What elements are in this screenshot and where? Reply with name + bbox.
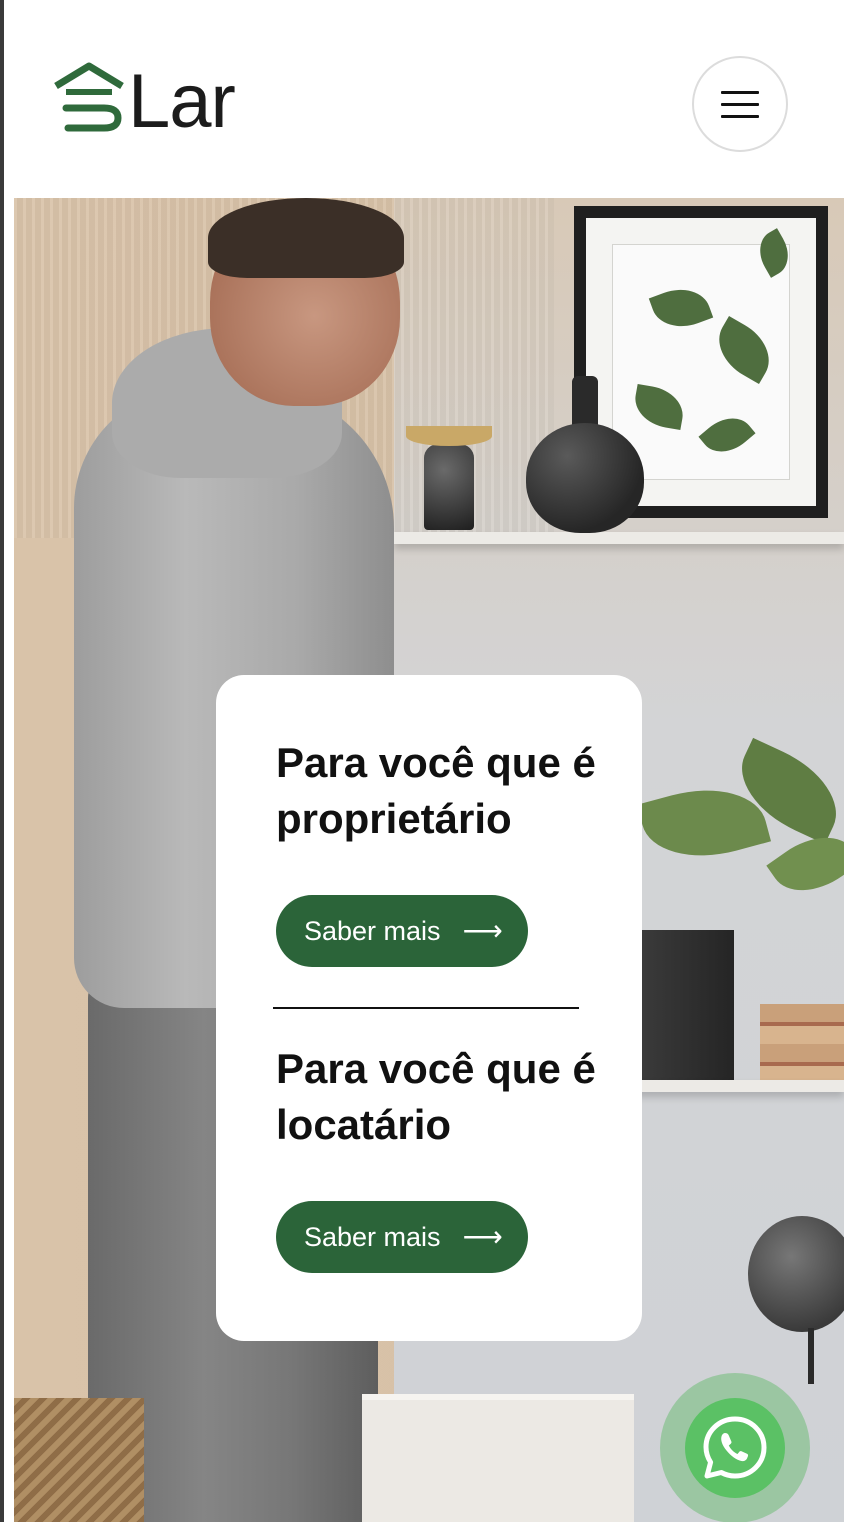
whatsapp-icon xyxy=(703,1416,767,1479)
owner-title: Para você que é proprietário xyxy=(276,739,596,842)
site-header: Lar xyxy=(4,0,846,198)
hero-box xyxy=(362,1394,634,1522)
tenant-saber-mais-button[interactable]: Saber mais ⟶ xyxy=(276,1201,528,1273)
card-divider xyxy=(273,1007,579,1009)
hero-sculpture-stand xyxy=(808,1328,814,1384)
hamburger-menu-icon xyxy=(721,90,759,94)
hero-books xyxy=(760,1004,844,1082)
owner-saber-mais-button[interactable]: Saber mais ⟶ xyxy=(276,895,528,967)
hero-vase xyxy=(526,423,644,533)
arrow-right-icon: ⟶ xyxy=(462,1221,503,1252)
menu-button[interactable] xyxy=(692,56,788,152)
hero-plant-pot xyxy=(642,930,734,1082)
hamburger-menu-icon-bar xyxy=(721,114,759,118)
house-logo-icon xyxy=(54,62,124,132)
hamburger-menu-icon-bar xyxy=(721,102,759,106)
audience-card: Para você que é proprietário Saber mais … xyxy=(216,675,642,1341)
arrow-right-icon: ⟶ xyxy=(462,915,503,946)
hero-shelf-upper xyxy=(394,532,844,544)
whatsapp-button[interactable] xyxy=(685,1398,785,1498)
hero-goblet xyxy=(424,444,474,530)
hero-basket xyxy=(14,1398,144,1522)
hero-person-hair xyxy=(208,198,404,278)
owner-button-label: Saber mais xyxy=(304,915,441,946)
window-left-edge xyxy=(0,0,4,1522)
hero-shelf-lower xyxy=(634,1080,844,1092)
logo-link[interactable]: Lar xyxy=(54,59,236,144)
logo-text: Lar xyxy=(128,59,236,144)
tenant-button-label: Saber mais xyxy=(304,1221,441,1252)
hero-goblet-bowl xyxy=(406,426,492,446)
tenant-title: Para você que é locatário xyxy=(276,1045,596,1148)
